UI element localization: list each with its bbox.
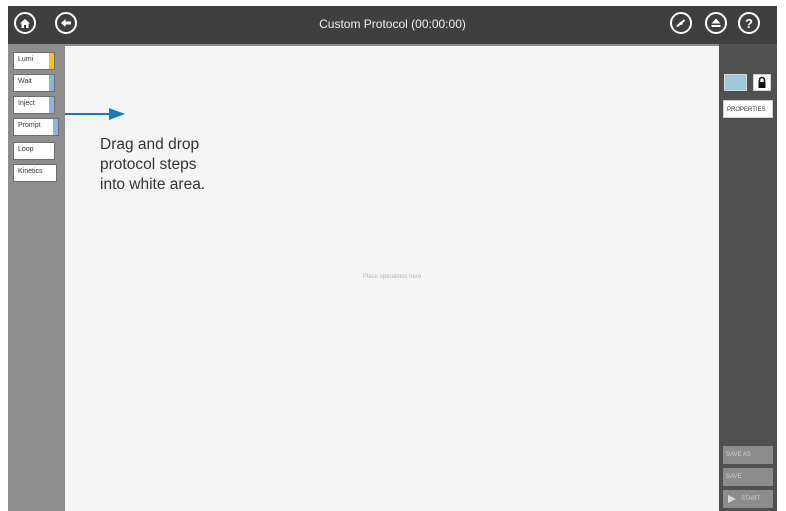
protocol-canvas[interactable]: Place operations here xyxy=(65,46,719,511)
step-label: Lumi xyxy=(18,56,34,63)
annotation-text: Drag and drop protocol steps into white … xyxy=(100,135,205,195)
step-prompt[interactable]: Prompt xyxy=(13,118,59,136)
step-kinetics[interactable]: Kinetics xyxy=(13,164,57,182)
step-inject[interactable]: Inject xyxy=(13,96,55,114)
top-bar: Custom Protocol (00:00:00) ? xyxy=(8,6,777,44)
gauge-button[interactable] xyxy=(670,12,692,34)
step-wait[interactable]: Wait xyxy=(13,74,55,92)
save-button[interactable]: SAVE xyxy=(723,468,773,486)
play-icon xyxy=(728,495,736,503)
app-window: Custom Protocol (00:00:00) ? Lumi Wait I… xyxy=(8,6,777,511)
step-lumi[interactable]: Lumi xyxy=(13,52,55,70)
annotation-line: Drag and drop xyxy=(100,136,200,153)
step-color-stripe xyxy=(49,75,54,91)
annotation-line: protocol steps xyxy=(100,156,197,173)
step-color-stripe xyxy=(49,97,54,113)
step-label: Loop xyxy=(18,146,34,153)
eject-button[interactable] xyxy=(705,12,727,34)
help-button[interactable]: ? xyxy=(738,12,760,34)
step-label: Wait xyxy=(18,78,32,85)
step-label: Inject xyxy=(18,100,35,107)
window-title: Custom Protocol (00:00:00) xyxy=(319,17,466,31)
canvas-placeholder: Place operations here xyxy=(362,274,422,280)
step-label: Kinetics xyxy=(18,168,43,175)
save-as-button[interactable]: SAVE AS xyxy=(723,446,773,464)
start-button[interactable]: START xyxy=(723,490,773,508)
gauge-icon xyxy=(676,19,685,27)
properties-button[interactable]: PROPERTIES xyxy=(723,100,773,118)
step-palette: Lumi Wait Inject Prompt Loop Kinetics xyxy=(8,44,64,511)
annotation-arrow-icon xyxy=(65,108,125,120)
step-color-stripe xyxy=(49,53,54,69)
step-label: Prompt xyxy=(18,122,41,129)
lock-icon xyxy=(758,76,766,88)
help-icon: ? xyxy=(745,15,753,31)
properties-panel: PROPERTIES SAVE AS SAVE START xyxy=(719,44,777,511)
eject-icon xyxy=(711,18,721,27)
step-loop[interactable]: Loop xyxy=(13,142,55,160)
step-color-stripe xyxy=(53,119,58,135)
lock-button[interactable] xyxy=(753,74,771,91)
color-swatch[interactable] xyxy=(724,74,747,91)
start-label: START xyxy=(741,496,761,502)
annotation-line: into white area. xyxy=(100,176,206,193)
